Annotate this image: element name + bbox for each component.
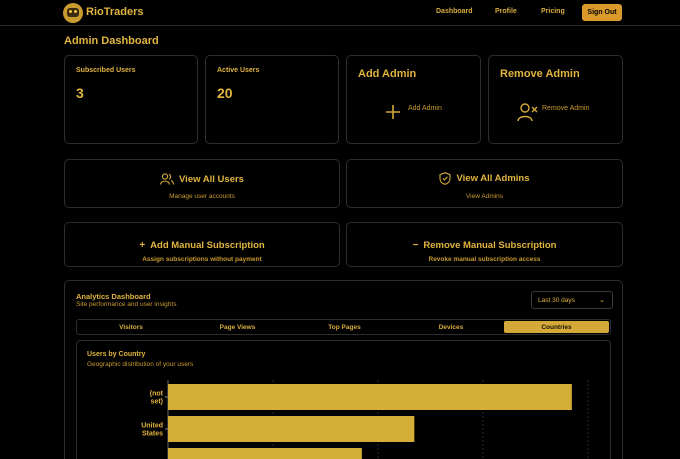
brand-name[interactable]: RioTraders	[86, 6, 143, 18]
analytics-title: Analytics Dashboard	[76, 292, 151, 301]
remove-manual-subscription-card[interactable]: − Remove Manual Subscription Revoke manu…	[346, 222, 623, 267]
add-admin-action[interactable]: Add Admin	[408, 105, 442, 112]
remove-admin-card[interactable]: Remove Admin Remove Admin	[488, 55, 623, 144]
add-admin-card[interactable]: Add Admin Add Admin	[346, 55, 481, 144]
remove-admin-title: Remove Admin	[500, 68, 580, 80]
view-all-users-sub: Manage user accounts	[169, 193, 235, 200]
category-label-0: (not set)	[150, 391, 164, 406]
tab-page-views[interactable]: Page Views	[185, 321, 290, 333]
view-all-users-title: View All Users	[179, 173, 244, 185]
view-all-users-card[interactable]: View All Users Manage user accounts	[64, 159, 340, 208]
minus-icon: −	[412, 240, 419, 251]
view-all-admins-sub: View Admins	[465, 193, 504, 200]
bar-1[interactable]	[168, 416, 415, 442]
analytics-subtitle: Site performance and user insights	[76, 301, 177, 308]
nav-profile[interactable]: Profile	[495, 8, 517, 15]
brand-logo[interactable]	[63, 3, 83, 23]
tab-visitors[interactable]: Visitors	[79, 321, 183, 333]
remove-subscription-title: Remove Manual Subscription	[423, 240, 557, 251]
nav-dashboard[interactable]: Dashboard	[436, 8, 473, 15]
plus-icon	[386, 105, 400, 119]
sign-out-button[interactable]: Sign Out	[582, 4, 622, 21]
chevron-down-icon: ⌄	[599, 297, 605, 304]
active-users-value: 20	[217, 85, 233, 101]
bar-2[interactable]	[168, 448, 362, 459]
analytics-tabs: Visitors Page Views Top Pages Devices Co…	[76, 319, 611, 335]
tab-devices[interactable]: Devices	[399, 321, 503, 333]
bar-0[interactable]	[168, 384, 572, 410]
subscribed-users-card: Subscribed Users 3	[64, 55, 198, 144]
subscribed-users-value: 3	[76, 85, 84, 101]
users-icon	[160, 173, 174, 185]
tab-countries[interactable]: Countries	[504, 321, 609, 333]
active-users-card: Active Users 20	[205, 55, 339, 144]
add-subscription-sub: Assign subscriptions without payment	[142, 256, 262, 263]
user-x-icon	[517, 103, 538, 122]
nav-pricing[interactable]: Pricing	[541, 8, 565, 15]
page-title: Admin Dashboard	[64, 35, 159, 47]
add-admin-title: Add Admin	[358, 68, 417, 80]
remove-subscription-sub: Revoke manual subscription access	[428, 256, 541, 263]
top-navbar: RioTraders Dashboard Profile Pricing Sig…	[0, 0, 680, 26]
add-subscription-title: Add Manual Subscription	[150, 240, 265, 251]
shield-check-icon	[439, 172, 452, 185]
users-by-country-card: Users by Country Geographic distribution…	[76, 340, 611, 459]
view-all-admins-card[interactable]: View All Admins View Admins	[346, 159, 623, 208]
plus-icon: +	[139, 240, 146, 251]
view-all-admins-title: View All Admins	[456, 173, 530, 184]
category-label-1: United States	[141, 423, 163, 438]
date-range-select[interactable]: Last 30 days ⌄	[531, 291, 613, 309]
remove-admin-action[interactable]: Remove Admin	[542, 105, 589, 112]
add-manual-subscription-card[interactable]: + Add Manual Subscription Assign subscri…	[64, 222, 340, 267]
tab-top-pages[interactable]: Top Pages	[292, 321, 397, 333]
subscribed-users-label: Subscribed Users	[76, 67, 136, 74]
users-by-country-chart: (not set) United States	[141, 380, 589, 459]
date-range-value: Last 30 days	[538, 297, 575, 304]
analytics-dashboard: Analytics Dashboard Site performance and…	[64, 280, 623, 459]
active-users-label: Active Users	[217, 67, 260, 74]
